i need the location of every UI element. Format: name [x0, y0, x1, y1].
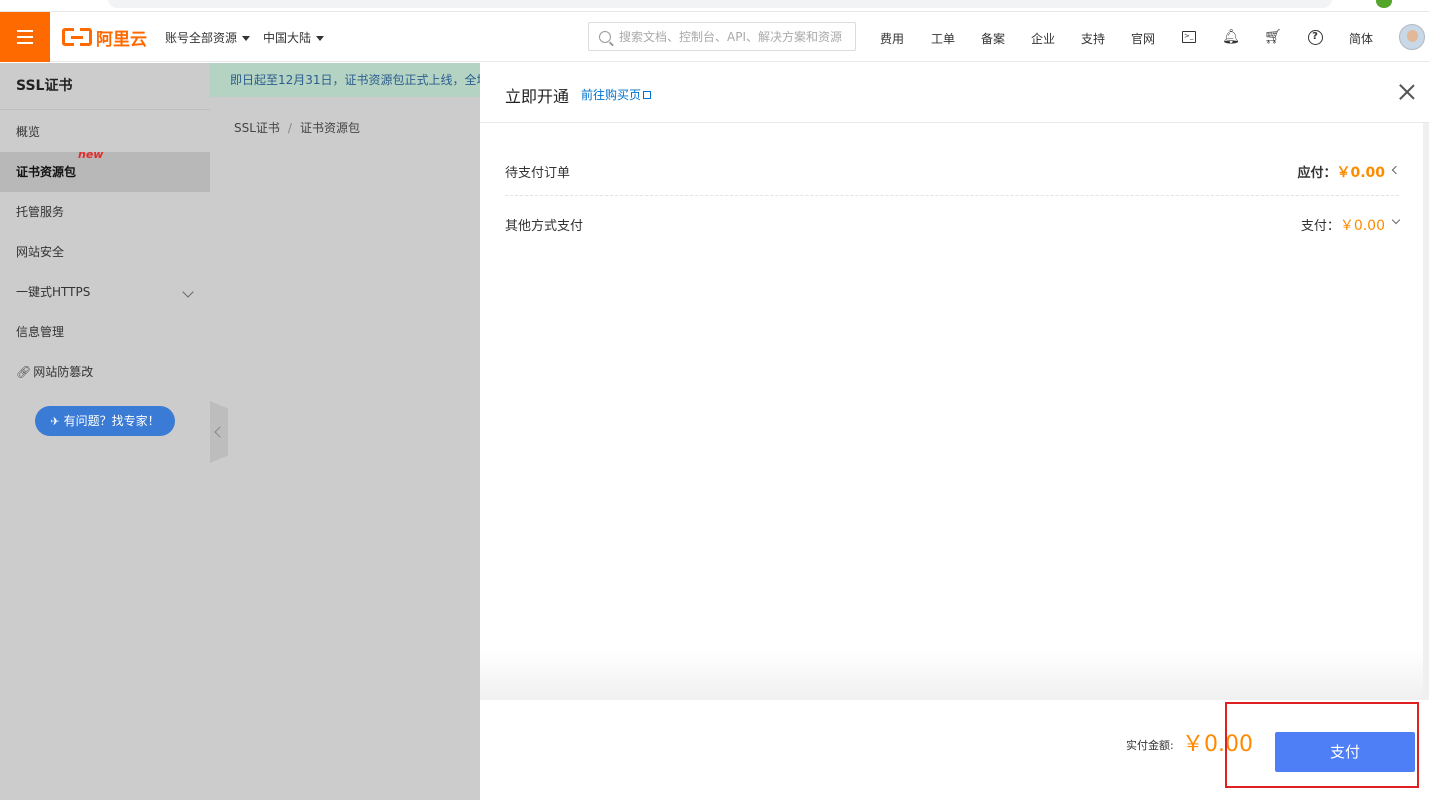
- sidebar-item-overview[interactable]: 概览: [0, 112, 210, 152]
- account-resources-dropdown[interactable]: 账号全部资源: [165, 29, 251, 46]
- caret-down-icon: [316, 36, 325, 41]
- search-input[interactable]: [619, 29, 849, 44]
- scrollbar[interactable]: [1423, 123, 1429, 700]
- bell-icon[interactable]: 🔔︎: [1222, 28, 1240, 46]
- link-icon: 🔗︎: [16, 365, 32, 379]
- breadcrumb-separator: /: [287, 121, 292, 135]
- sidebar-collapse-handle[interactable]: [210, 401, 228, 463]
- other-payment-amount: 支付：￥0.00: [1301, 215, 1385, 235]
- nav-link-official-site[interactable]: 官网: [1131, 30, 1155, 47]
- other-payment-row[interactable]: 其他方式支付 支付：￥0.00: [505, 189, 1401, 249]
- help-icon[interactable]: ?: [1306, 28, 1324, 46]
- cart-icon[interactable]: 🛒︎: [1264, 28, 1282, 46]
- breadcrumb: SSL证书 / 证书资源包: [234, 119, 360, 136]
- sidebar-item-label: 概览: [16, 125, 41, 139]
- sidebar-item-label: 信息管理: [16, 325, 65, 339]
- purchase-drawer: 立即开通 前往购买页 待支付订单 应付：￥0.00 其他方式支付 支付：￥0.0…: [480, 63, 1429, 800]
- sidebar-item-info-management[interactable]: 信息管理: [0, 312, 210, 352]
- avatar[interactable]: [1399, 24, 1425, 50]
- drawer-title: 立即开通: [505, 87, 570, 106]
- main-content: 即日起至12月31日，证书资源包正式上线，全场 SSL证书 / 证书资源包: [210, 63, 480, 800]
- pending-order-amount: 应付：￥0.00: [1297, 162, 1385, 182]
- amount-value: ￥0.00: [1336, 165, 1385, 181]
- sidebar-item-label: 网站安全: [16, 245, 65, 259]
- address-bar[interactable]: [108, 0, 1332, 8]
- nav-link-enterprise[interactable]: 企业: [1031, 30, 1055, 47]
- go-to-purchase-link[interactable]: 前往购买页: [581, 86, 652, 103]
- sidebar-item-label: 证书资源包: [16, 165, 77, 179]
- other-payment-label: 其他方式支付: [505, 219, 584, 234]
- highlight-annotation-box: [1225, 702, 1419, 788]
- purchase-link-label: 前往购买页: [581, 88, 642, 102]
- region-dropdown[interactable]: 中国大陆: [263, 29, 325, 46]
- top-navigation: 阿里云 账号全部资源 中国大陆 费用 工单 备案 企业 支持 官网 >_ 🔔︎ …: [0, 12, 1429, 62]
- sidebar-title: SSL证书: [0, 63, 210, 110]
- language-switch[interactable]: 简体: [1349, 30, 1373, 47]
- profile-icon[interactable]: [1376, 0, 1392, 8]
- sidebar-item-one-click-https[interactable]: 一键式HTTPS: [0, 272, 210, 312]
- breadcrumb-item-ssl[interactable]: SSL证书: [234, 121, 280, 135]
- aliyun-logo[interactable]: 阿里云: [62, 26, 147, 50]
- total-label: 实付金额:: [1126, 739, 1174, 752]
- sidebar-item-managed-service[interactable]: 托管服务: [0, 192, 210, 232]
- external-link-icon: [643, 91, 652, 99]
- nav-link-tickets[interactable]: 工单: [931, 30, 955, 47]
- chevron-down-icon: [182, 286, 194, 298]
- sidebar-item-label: 网站防篡改: [33, 365, 94, 379]
- amount-value: ￥0.00: [1339, 218, 1385, 234]
- terminal-icon[interactable]: >_: [1180, 28, 1198, 46]
- nav-link-filing[interactable]: 备案: [981, 30, 1005, 47]
- drawer-header: 立即开通 前往购买页: [480, 63, 1429, 123]
- menu-icon[interactable]: [0, 12, 50, 62]
- sidebar-item-certificate-packages[interactable]: 证书资源包 new: [0, 148, 210, 192]
- ask-expert-label: 有问题？找专家！: [63, 414, 160, 428]
- close-icon[interactable]: [1399, 84, 1415, 100]
- chevron-left-icon[interactable]: [1391, 165, 1401, 175]
- sidebar-item-website-security[interactable]: 网站安全: [0, 232, 210, 272]
- amount-label: 支付：: [1300, 219, 1340, 234]
- content-fade: [480, 650, 1423, 700]
- browser-address-strip: [0, 0, 1429, 12]
- logo-text: 阿里云: [96, 29, 147, 50]
- region-dropdown-label: 中国大陆: [263, 31, 312, 45]
- promo-notice: 即日起至12月31日，证书资源包正式上线，全场: [210, 63, 480, 97]
- search-icon: [599, 30, 611, 43]
- sidebar-item-label: 一键式HTTPS: [16, 285, 91, 299]
- pending-order-row[interactable]: 待支付订单 应付：￥0.00: [505, 136, 1401, 196]
- drawer-footer: 实付金额: ￥0.00 支付: [480, 700, 1429, 800]
- sidebar-item-tamper-protection[interactable]: 🔗︎ 网站防篡改: [0, 352, 210, 392]
- breadcrumb-item-current: 证书资源包: [299, 121, 360, 135]
- new-badge: new: [78, 148, 104, 161]
- sidebar: SSL证书 概览 证书资源包 new 托管服务 网站安全 一键式HTTPS 信息…: [0, 63, 210, 800]
- nav-link-fees[interactable]: 费用: [880, 30, 904, 47]
- chevron-down-icon[interactable]: [1391, 215, 1401, 225]
- account-dropdown-label: 账号全部资源: [165, 31, 238, 45]
- logo-mark-icon: [62, 27, 92, 47]
- caret-down-icon: [242, 36, 251, 41]
- sidebar-item-label: 托管服务: [16, 205, 65, 219]
- ask-expert-button[interactable]: ✈︎ 有问题？找专家！: [35, 406, 175, 436]
- pending-order-label: 待支付订单: [505, 166, 571, 181]
- nav-link-support[interactable]: 支持: [1081, 30, 1105, 47]
- bird-icon: ✈︎: [50, 415, 60, 428]
- amount-label: 应付：: [1297, 166, 1337, 181]
- search-box[interactable]: [588, 22, 856, 51]
